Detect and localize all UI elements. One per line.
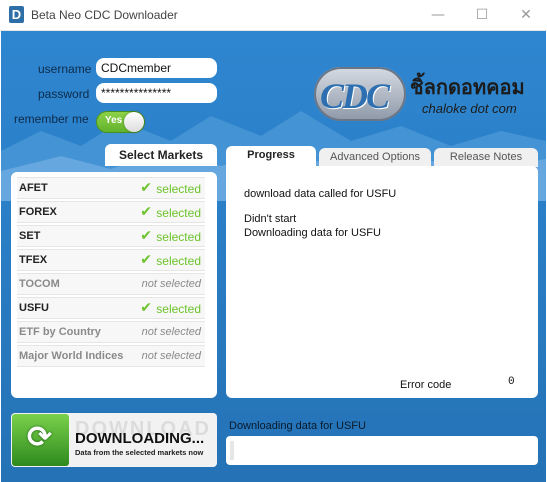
window-title: Beta Neo CDC Downloader bbox=[31, 8, 178, 22]
market-name: SET bbox=[19, 230, 41, 242]
market-name: FOREX bbox=[19, 206, 57, 218]
password-label: password bbox=[38, 87, 90, 101]
status-text: Downloading data for USFU bbox=[229, 420, 366, 432]
market-status: not selected bbox=[141, 278, 201, 290]
checkmark-icon: ✔ bbox=[140, 204, 152, 220]
market-status: selected bbox=[156, 254, 201, 268]
progress-log-panel: download data called for USFU Didn't sta… bbox=[226, 166, 538, 398]
error-code-value: 0 bbox=[508, 376, 515, 388]
checkmark-icon: ✔ bbox=[140, 180, 152, 196]
remember-me-toggle[interactable]: Yes bbox=[96, 111, 145, 133]
market-name: AFET bbox=[19, 182, 48, 194]
logo-badge: CDC bbox=[314, 67, 406, 121]
tab-release-notes[interactable]: Release Notes bbox=[434, 148, 538, 167]
error-code-label: Error code bbox=[400, 379, 452, 391]
cdc-logo: CDC ชิ้ลกดอทคอม chaloke dot com bbox=[314, 63, 534, 133]
app-icon: D bbox=[9, 6, 24, 23]
market-row-major-world-indices[interactable]: Major World Indices not selected bbox=[17, 345, 205, 367]
log-line: Didn't start bbox=[244, 213, 297, 225]
remember-me-label: remember me bbox=[14, 112, 89, 126]
toggle-label: Yes bbox=[105, 115, 123, 126]
market-status: not selected bbox=[141, 350, 201, 362]
main-panel: username CDCmember password ************… bbox=[1, 31, 546, 482]
market-row-tocom[interactable]: TOCOM not selected bbox=[17, 273, 205, 295]
log-line: download data called for USFU bbox=[244, 188, 397, 200]
market-name: TOCOM bbox=[19, 278, 60, 290]
close-button[interactable]: ✕ bbox=[517, 6, 535, 24]
download-button-subtitle: Data from the selected markets now bbox=[75, 448, 204, 457]
log-line: Downloading data for USFU bbox=[244, 227, 381, 239]
title-bar: D Beta Neo CDC Downloader — ☐ ✕ bbox=[0, 0, 547, 31]
select-markets-header: Select Markets bbox=[105, 144, 217, 166]
market-status: selected bbox=[156, 182, 201, 196]
minimize-button[interactable]: — bbox=[429, 6, 447, 24]
market-row-usfu[interactable]: USFU ✔ selected bbox=[17, 297, 205, 319]
market-status: selected bbox=[156, 302, 201, 316]
username-input[interactable]: CDCmember bbox=[96, 58, 217, 78]
checkmark-icon: ✔ bbox=[140, 228, 152, 244]
market-row-afet[interactable]: AFET ✔ selected bbox=[17, 177, 205, 199]
market-status: not selected bbox=[141, 326, 201, 338]
checkmark-icon: ✔ bbox=[140, 252, 152, 268]
market-row-forex[interactable]: FOREX ✔ selected bbox=[17, 201, 205, 223]
username-label: username bbox=[38, 62, 92, 76]
download-button[interactable]: ⟳ DOWNLOAD DOWNLOADING... Data from the … bbox=[11, 413, 217, 467]
toggle-knob bbox=[124, 112, 144, 132]
progress-fill bbox=[230, 441, 234, 460]
market-row-set[interactable]: SET ✔ selected bbox=[17, 225, 205, 247]
progress-bar bbox=[226, 436, 538, 465]
market-status: selected bbox=[156, 206, 201, 220]
checkmark-icon: ✔ bbox=[140, 300, 152, 316]
logo-dot-text: chaloke dot com bbox=[422, 101, 517, 116]
password-input[interactable]: *************** bbox=[96, 83, 217, 103]
market-row-tfex[interactable]: TFEX ✔ selected bbox=[17, 249, 205, 271]
refresh-icon: ⟳ bbox=[12, 414, 69, 466]
market-name: Major World Indices bbox=[19, 350, 124, 362]
market-name: TFEX bbox=[19, 254, 48, 266]
tab-progress[interactable]: Progress bbox=[226, 146, 316, 167]
logo-cdc-text: CDC bbox=[320, 76, 390, 116]
market-name: USFU bbox=[19, 302, 49, 314]
market-row-etf-by-country[interactable]: ETF by Country not selected bbox=[17, 321, 205, 343]
market-name: ETF by Country bbox=[19, 326, 101, 338]
tab-advanced-options[interactable]: Advanced Options bbox=[319, 148, 431, 167]
download-button-title: DOWNLOADING... bbox=[75, 430, 205, 447]
maximize-button[interactable]: ☐ bbox=[473, 6, 491, 24]
market-status: selected bbox=[156, 230, 201, 244]
logo-thai-text: ชิ้ลกดอทคอม bbox=[410, 75, 525, 99]
